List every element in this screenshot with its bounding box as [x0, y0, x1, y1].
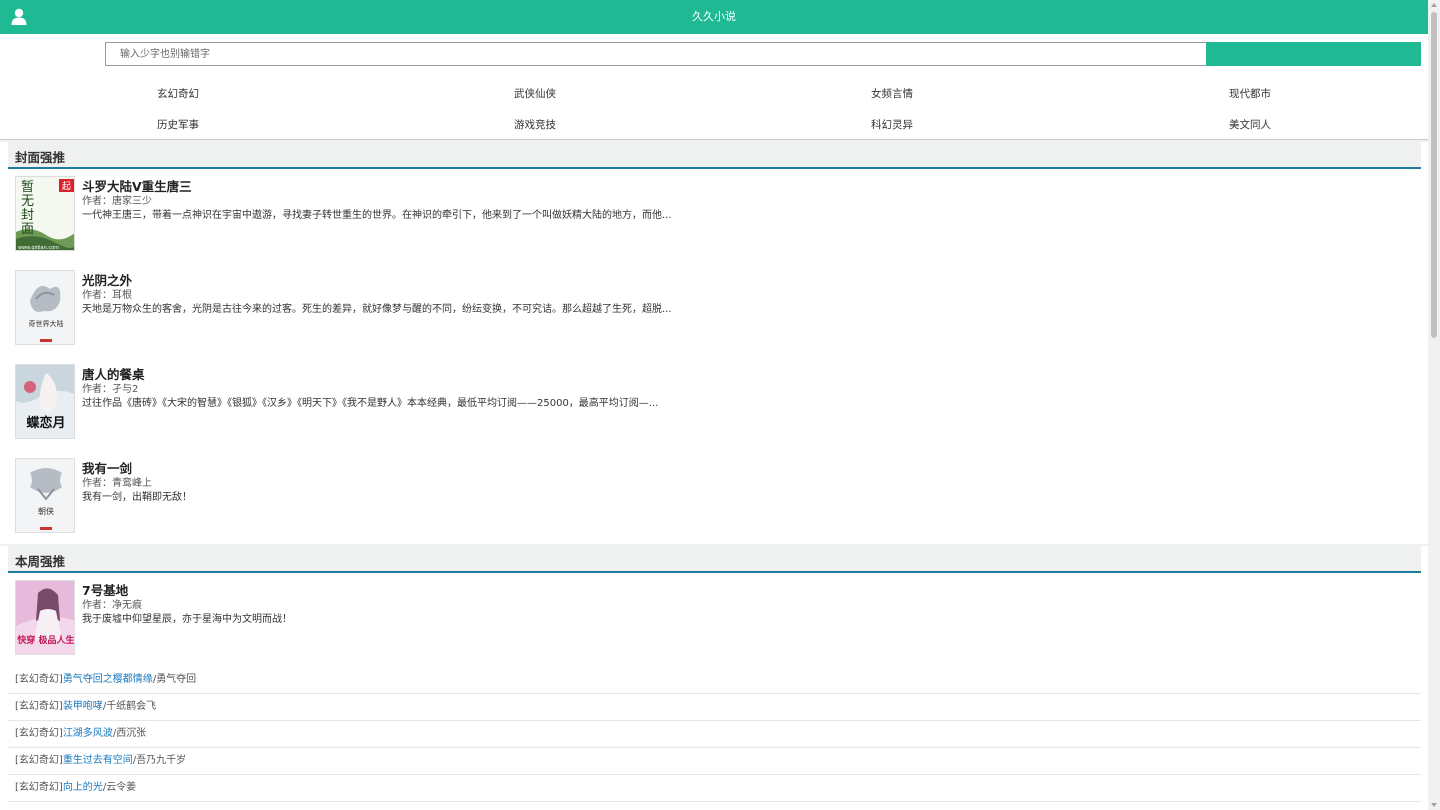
list-genre: [玄幻奇幻] [15, 755, 63, 766]
book-description: 一代神王唐三，带着一点神识在宇宙中遨游，寻找妻子转世重生的世界。在神识的牵引下，… [82, 210, 672, 221]
list-genre: [玄幻奇幻] [15, 674, 63, 685]
list-item: [玄幻奇幻]向上的光/云令姜 [8, 775, 1421, 802]
svg-text:无: 无 [21, 194, 34, 209]
book-item[interactable]: 朝侠 我有一剑 作者：青鸾峰上 我有一剑，出鞘即无敌！ [8, 458, 1421, 548]
book-cover[interactable]: 蝶恋月 [15, 364, 75, 439]
book-item[interactable]: 快穿 极品人生 7号基地 作者：净无痕 我于废墟中仰望星辰，亦于星海中为文明而战… [8, 580, 1421, 670]
book-item[interactable]: 奇世界大陆 光阴之外 作者：耳根 天地是万物众生的客舍，光阴是古往今来的过客。死… [8, 270, 1421, 360]
category-yanqing[interactable]: 女频言情 [871, 86, 913, 101]
svg-text:面: 面 [21, 222, 34, 237]
list-book-link[interactable]: 向上的光 [63, 782, 103, 793]
cover-text: 朝侠 [38, 506, 54, 516]
scroll-down-icon[interactable] [1431, 803, 1437, 807]
list-book-link[interactable]: 勇气夺回之樱都情缘 [63, 674, 153, 685]
cover-text: 奇世界大陆 [29, 319, 64, 328]
book-author: 作者：青鸾峰上 [82, 478, 152, 489]
list-genre: [玄幻奇幻] [15, 701, 63, 712]
list-item: [玄幻奇幻]江湖多风波/西沉张 [8, 721, 1421, 748]
book-cover[interactable]: 朝侠 [15, 458, 75, 533]
list-book-link[interactable]: 重生过去有空间 [63, 755, 133, 766]
book-description: 天地是万物众生的客舍，光阴是古往今来的过客。死生的差异，就好像梦与醒的不同，纷纭… [82, 304, 672, 315]
category-lishi[interactable]: 历史军事 [157, 117, 199, 132]
category-kehuan[interactable]: 科幻灵异 [871, 117, 913, 132]
cover-url: www.qidian.com [18, 245, 59, 251]
book-author: 作者：净无痕 [82, 600, 142, 611]
list-author: 勇气夺回 [156, 674, 197, 685]
list-item: [玄幻奇幻]装甲咆哮/千纸鹤会飞 [8, 694, 1421, 721]
cover-text: 蝶恋月 [26, 415, 65, 431]
category-xuanhuan[interactable]: 玄幻奇幻 [157, 86, 199, 101]
cover-badge: 起 [62, 181, 71, 192]
list-author: 云令姜 [106, 782, 137, 793]
list-book-link[interactable]: 江湖多风波 [63, 728, 113, 739]
book-item[interactable]: 蝶恋月 唐人的餐桌 作者：孑与2 过往作品《唐砖》《大宋的智慧》《银狐》《汉乡》… [8, 364, 1421, 454]
site-title: 久久小说 [692, 10, 736, 23]
category-dushi[interactable]: 现代都市 [1229, 86, 1271, 101]
list-author: 吾乃九千岁 [136, 755, 187, 766]
category-wuxia[interactable]: 武侠仙侠 [514, 86, 556, 101]
book-description: 我于废墟中仰望星辰，亦于星海中为文明而战！ [82, 614, 292, 625]
list-item: [玄幻奇幻]勇气夺回之樱都情缘/勇气夺回 [8, 667, 1421, 694]
book-author: 作者：孑与2 [82, 384, 139, 395]
category-tongren[interactable]: 美文同人 [1229, 117, 1271, 132]
top-header: 久久小说 [0, 0, 1428, 34]
book-cover[interactable]: 快穿 极品人生 [15, 580, 75, 655]
book-description: 过往作品《唐砖》《大宋的智慧》《银狐》《汉乡》《明天下》《我不是野人》本本经典，… [82, 398, 659, 409]
book-cover[interactable]: 奇世界大陆 [15, 270, 75, 345]
cover-text: 快穿 极品人生 [17, 634, 74, 646]
list-author: 西沉张 [116, 728, 147, 739]
book-author: 作者：唐家三少 [82, 196, 152, 207]
list-book-link[interactable]: 装甲咆哮 [63, 701, 103, 712]
category-youxi[interactable]: 游戏竞技 [514, 117, 556, 132]
book-description: 我有一剑，出鞘即无敌！ [82, 492, 192, 503]
scrollbar-thumb[interactable] [1431, 12, 1437, 338]
list-genre: [玄幻奇幻] [15, 728, 63, 739]
section-header-weekly: 本周强推 [8, 546, 1421, 573]
svg-text:暂: 暂 [21, 180, 34, 195]
scroll-up-icon[interactable] [1431, 3, 1437, 7]
svg-text:封: 封 [21, 208, 34, 223]
book-author: 作者：耳根 [82, 290, 132, 301]
search-button[interactable] [1206, 42, 1421, 66]
book-cover[interactable]: 起 暂 无 封 面 www.qidian.com [15, 176, 75, 251]
search-input[interactable] [105, 42, 1207, 66]
section-title: 封面强推 [15, 150, 66, 165]
section-title: 本周强推 [15, 554, 66, 569]
book-item[interactable]: 起 暂 无 封 面 www.qidian.com 斗罗大陆V重生唐三 作者：唐家… [8, 176, 1421, 266]
page-scrollbar[interactable] [1428, 0, 1440, 810]
list-author: 千纸鹤会飞 [106, 701, 157, 712]
section-header-cover: 封面强推 [8, 142, 1421, 169]
list-item: [玄幻奇幻]重生过去有空间/吾乃九千岁 [8, 748, 1421, 775]
search-bar [105, 42, 1421, 66]
list-genre: [玄幻奇幻] [15, 782, 63, 793]
